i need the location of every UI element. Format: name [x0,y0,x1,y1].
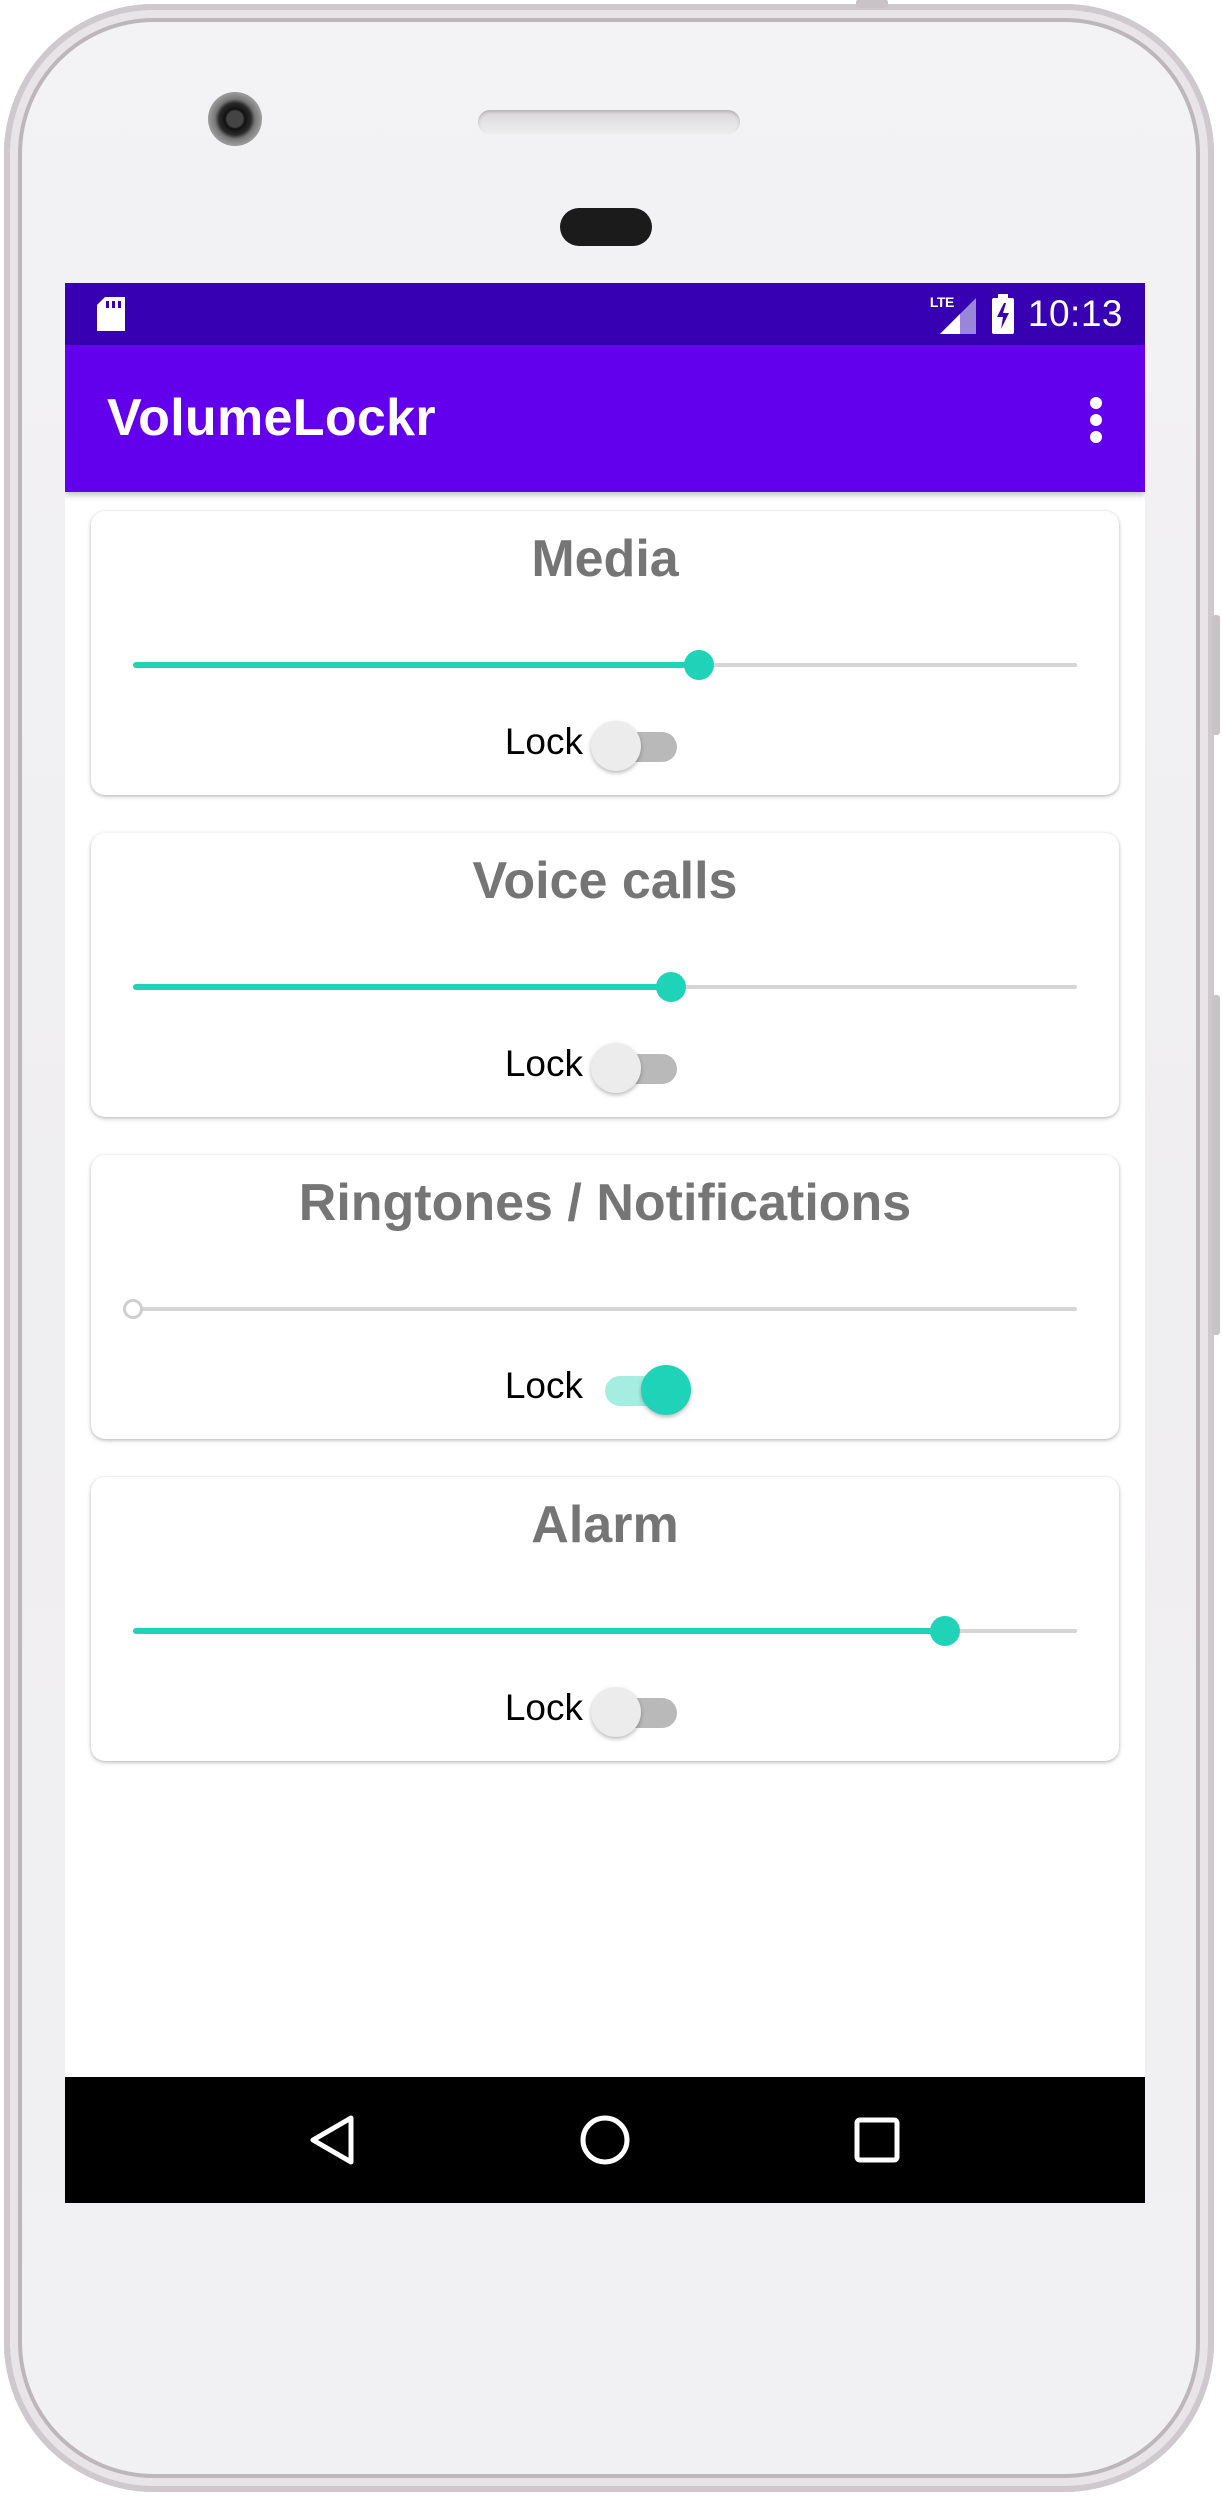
lock-label: Lock [504,1043,583,1084]
lock-switch[interactable] [591,1361,691,1417]
slider-thumb[interactable] [684,650,715,680]
proximity-sensor [560,208,652,246]
card-voice-calls: Voice calls Lock [91,833,1119,1117]
lock-row: Lock [91,707,1119,779]
earpiece-speaker [478,110,740,134]
card-alarm: Alarm Lock [91,1477,1119,1761]
battery-charging-icon [991,294,1014,334]
card-ringtones-notifications: Ringtones / Notifications Lock [91,1155,1119,1439]
screen: LTE 10:13 VolumeLockr Media Lock Voice c… [65,283,1145,2203]
lock-switch[interactable] [591,1683,691,1739]
lock-row: Lock [91,1673,1119,1745]
lock-switch[interactable] [591,717,691,773]
sd-card-icon [97,297,125,331]
back-triangle-icon[interactable] [299,2105,369,2175]
front-camera [208,92,262,146]
lock-row: Lock [91,1351,1119,1423]
navigation-bar [65,2077,1145,2203]
switch-thumb[interactable] [591,1043,641,1093]
home-circle-icon[interactable] [570,2105,640,2175]
volume-slider[interactable] [133,645,1077,685]
phone-top-button [856,0,888,8]
app-bar: VolumeLockr [65,345,1145,492]
card-title: Alarm [531,1496,679,1554]
volume-slider[interactable] [133,1611,1077,1651]
more-vert-icon[interactable] [1089,397,1103,443]
slider-thumb[interactable] [929,1616,960,1646]
slider-track-active [133,1628,945,1634]
recents-square-icon[interactable] [842,2105,912,2175]
slider-track-active [133,662,700,668]
app-title: VolumeLockr [107,389,436,447]
phone-power-button [1212,615,1220,735]
lock-switch[interactable] [591,1039,691,1095]
card-title: Ringtones / Notifications [298,1174,912,1232]
lock-label: Lock [504,1365,583,1406]
slider-thumb[interactable] [123,1299,143,1319]
slider-thumb[interactable] [656,972,687,1002]
card-title: Media [531,530,679,588]
switch-thumb[interactable] [591,1687,641,1737]
slider-track [133,1307,1077,1311]
card-media: Media Lock [91,511,1119,795]
status-bar: LTE 10:13 [65,283,1145,345]
lock-row: Lock [91,1029,1119,1101]
lock-label: Lock [504,721,583,762]
switch-thumb[interactable] [641,1365,691,1415]
phone-volume-button [1212,995,1220,1335]
volume-slider[interactable] [133,967,1077,1007]
lock-label: Lock [504,1687,583,1728]
volume-slider[interactable] [123,1289,1077,1329]
status-time: 10:13 [1027,293,1123,334]
slider-track-active [133,984,672,990]
switch-thumb[interactable] [591,721,641,771]
card-title: Voice calls [472,852,738,910]
signal-icon: LTE [930,294,976,334]
